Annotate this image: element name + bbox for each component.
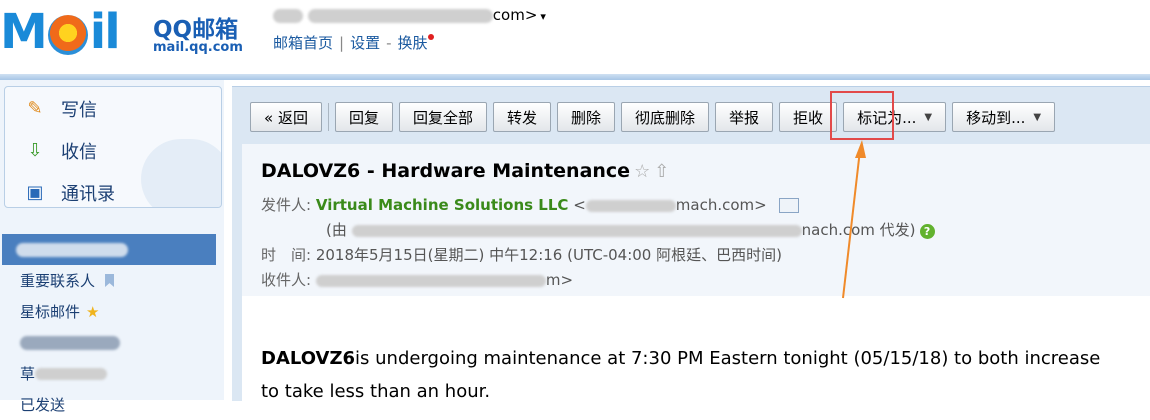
move-to-dropdown[interactable]: 移动到... ▼ [952, 102, 1056, 132]
reject-highlight-box [830, 91, 894, 140]
folder-list: 重要联系人 星标邮件 ★ 草 已发送 [0, 234, 224, 420]
to-label: 收件人: [261, 271, 312, 289]
message-subject: DALOVZ6 - Hardware Maintenance ☆ ⇧ [261, 160, 670, 182]
compose-label: 写信 [61, 100, 97, 121]
mailbox-home-link[interactable]: 邮箱首页 [273, 34, 333, 52]
reply-all-button[interactable]: 回复全部 [398, 102, 487, 132]
account-switcher[interactable]: com> ▾ [273, 6, 546, 24]
delete-forever-button[interactable]: 彻底删除 [621, 102, 710, 132]
folder-starred[interactable]: 星标邮件 ★ [0, 296, 224, 327]
from-label: 发件人: [261, 196, 312, 214]
caret-down-icon: ▼ [924, 111, 933, 123]
message-header: DALOVZ6 - Hardware Maintenance ☆ ⇧ 发件人: Vi… [242, 144, 1150, 296]
contacts-button[interactable]: ▣ 通讯录 [23, 177, 115, 207]
back-button[interactable]: « 返回 [250, 102, 322, 132]
notification-dot [427, 34, 434, 40]
folder-label: 已发送 [20, 396, 66, 414]
toolbar-divider [327, 103, 329, 131]
recipient: m> [545, 271, 574, 289]
logo-brand: QQ邮箱 [153, 17, 239, 43]
inbox-label: 收信 [61, 142, 97, 163]
top-links: 邮箱首页 | 设置 - 换肤 [273, 32, 434, 53]
folder-label: 重要联系人 [20, 272, 96, 290]
body-line-1: is undergoing maintenance at 7:30 PM Eas… [355, 348, 1101, 369]
penguin-watermark [141, 139, 221, 207]
qq-mail-logo[interactable]: Mil QQ邮箱 mail.qq.com [0, 4, 260, 64]
message-body: DALOVZ6is undergoing maintenance at 7:30… [242, 296, 1150, 402]
quick-actions-panel: ✎ 写信 ⇩ 收信 ▣ 通讯录 [4, 86, 222, 208]
bookmark-icon [105, 274, 115, 287]
mail-view: « 返回 回复 回复全部 转发 删除 彻底删除 举报 拒收 标记为... ▼ 移动… [232, 86, 1150, 402]
sender-name[interactable]: Virtual Machine Solutions LLC [316, 196, 569, 214]
contacts-label: 通讯录 [61, 184, 115, 205]
contact-card-icon[interactable] [779, 198, 800, 213]
to-row: 收件人: m> [261, 269, 573, 290]
time-value: 2018年5月15日(星期二) 中午12:16 (UTC-04:00 阿根廷、巴… [315, 246, 782, 264]
change-skin-link[interactable]: 换肤 [398, 34, 428, 52]
from-row: 发件人: Virtual Machine Solutions LLC < mach… [261, 194, 800, 215]
up-arrow-icon[interactable]: ⇧ [654, 161, 669, 182]
reject-button[interactable]: 拒收 [779, 102, 838, 132]
folder-drafts[interactable]: 草 [0, 358, 224, 389]
header: Mil QQ邮箱 mail.qq.com com> ▾ 邮箱首页 | 设置 - 换肤 [0, 0, 1150, 76]
time-label: 时 间: [261, 246, 312, 264]
download-icon: ⇩ [27, 140, 43, 161]
chevron-down-icon[interactable]: ▾ [540, 10, 546, 23]
message-body-text: DALOVZ6is undergoing maintenance at 7:30… [261, 342, 1150, 408]
sidebar: ✎ 写信 ⇩ 收信 ▣ 通讯录 重要联系人 星标邮件 ★ 草 已发送 [0, 80, 224, 414]
logo-url: mail.qq.com [153, 40, 243, 55]
folder-unknown[interactable] [0, 327, 224, 358]
account-email-suffix: com> [492, 6, 538, 24]
help-icon[interactable]: ? [919, 224, 935, 239]
folder-important-contacts[interactable]: 重要联系人 [0, 265, 224, 296]
star-icon: ★ [86, 302, 100, 321]
body-bold-word: DALOVZ6 [261, 348, 356, 369]
caret-down-icon: ▼ [1033, 111, 1042, 123]
delete-button[interactable]: 删除 [557, 102, 616, 132]
folder-inbox[interactable] [2, 234, 216, 265]
on-behalf-row: (由 nach.com 代发)? [326, 219, 935, 240]
contact-card-icon: ▣ [26, 182, 44, 203]
settings-link[interactable]: 设置 [350, 34, 380, 52]
move-to-label: 移动到... [966, 108, 1026, 127]
inbox-button[interactable]: ⇩ 收信 [23, 135, 97, 167]
sender-email: mach.com> [675, 196, 767, 214]
folder-label: 草 [20, 365, 36, 383]
star-outline-icon[interactable]: ☆ [634, 161, 650, 182]
folder-sent[interactable]: 已发送 [0, 389, 224, 420]
mail-toolbar: « 返回 回复 回复全部 转发 删除 彻底删除 举报 拒收 标记为... ▼ 移动… [250, 101, 1061, 133]
logo-wordmark: Mil [0, 4, 121, 60]
body-line-2: to take less than an hour. [261, 381, 491, 402]
forward-button[interactable]: 转发 [492, 102, 551, 132]
reply-button[interactable]: 回复 [334, 102, 393, 132]
time-row: 时 间: 2018年5月15日(星期二) 中午12:16 (UTC-04:00 … [261, 244, 782, 265]
compose-button[interactable]: ✎ 写信 [23, 93, 97, 125]
pencil-icon: ✎ [27, 98, 43, 119]
report-button[interactable]: 举报 [715, 102, 774, 132]
folder-label: 星标邮件 [20, 303, 81, 321]
